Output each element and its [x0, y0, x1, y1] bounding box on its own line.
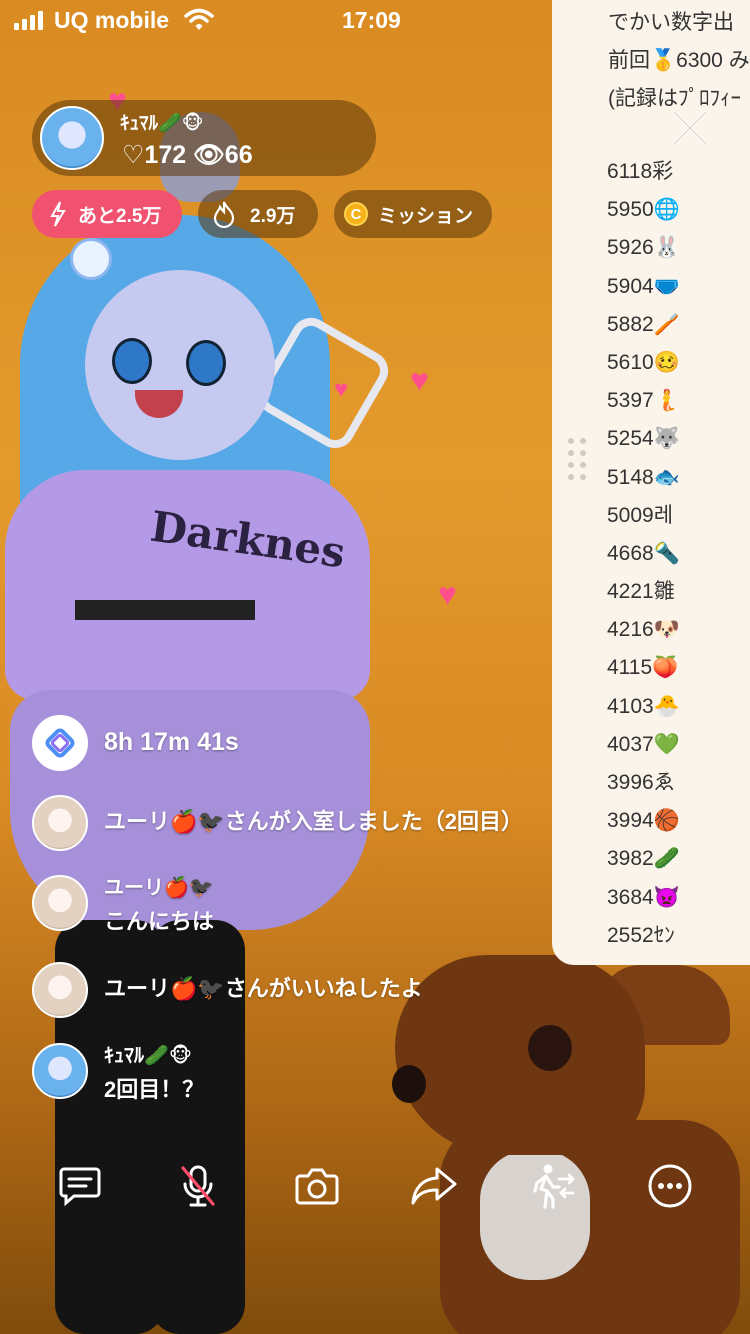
ranking-list: 6118彩 5950🌐 5926🐰 5904🩲 5882🪥 5610🥴 5397…	[607, 153, 680, 955]
chat-message: こんにちは	[104, 909, 215, 934]
ranking-header: でかい数字出 前回🥇6300 み (記録はﾌﾟﾛﾌｨｰ	[608, 4, 750, 118]
ranking-entry: 4216🐶	[607, 618, 680, 642]
chat-username: ｷｭﾏﾙ🥒🐵	[104, 1045, 193, 1067]
ranking-panel: でかい数字出 前回🥇6300 み (記録はﾌﾟﾛﾌｨｰ 6118彩 5950🌐 …	[552, 0, 750, 965]
share-button[interactable]	[398, 1150, 470, 1222]
swap-user-icon	[533, 1164, 575, 1209]
ranking-entry: 6118彩	[607, 160, 674, 183]
signal-icon	[14, 10, 43, 30]
share-icon	[411, 1167, 457, 1205]
mission-badge[interactable]: C ミッション	[334, 190, 492, 238]
comment-button[interactable]	[44, 1150, 116, 1222]
avatar[interactable]	[32, 795, 88, 851]
ranking-entry: 3684👿	[607, 885, 680, 909]
streamer-stats: ♡172 👁66	[122, 141, 253, 169]
comment-icon	[59, 1167, 101, 1207]
character-shirt	[5, 470, 370, 700]
character-eye-left	[112, 338, 152, 384]
drag-handle-icon[interactable]	[568, 438, 586, 480]
flame-icon	[213, 201, 235, 228]
heart-icon: ♥	[438, 576, 457, 612]
carrier-label: UQ mobile	[54, 7, 170, 33]
character-eye-right	[186, 340, 226, 386]
chat-item[interactable]: ｷｭﾏﾙ🥒🐵 2回目！？	[32, 1043, 204, 1107]
avatar[interactable]	[32, 1043, 88, 1099]
more-button[interactable]	[634, 1150, 706, 1222]
hair-flower	[70, 238, 112, 280]
character-belt	[75, 600, 255, 620]
chat-item[interactable]: ユーリ🍎🐦‍⬛ こんにちは	[32, 875, 214, 939]
ranking-entry: 3994🏀	[607, 809, 680, 833]
ranking-entry: 5397🧜	[607, 389, 680, 413]
chat-item-timer: 8h 17m 41s	[32, 715, 239, 771]
streamer-avatar[interactable]	[40, 106, 104, 170]
camera-icon	[295, 1168, 339, 1205]
camera-button[interactable]	[281, 1150, 353, 1222]
bottom-toolbar	[0, 1150, 750, 1222]
chat-username: ユーリ🍎🐦‍⬛	[104, 877, 214, 899]
more-icon	[648, 1164, 692, 1208]
mission-label: ミッション	[378, 205, 474, 227]
ranking-entry: 3996ゑ	[607, 771, 675, 794]
deer-eye	[528, 1025, 572, 1071]
ranking-entry: 5610🥴	[607, 350, 680, 374]
ranking-entry: 4103🐣	[607, 694, 680, 718]
goal-label: あと2.5万	[78, 205, 162, 227]
ranking-entry: 4668🔦	[607, 541, 680, 565]
chat-item[interactable]: ユーリ🍎🐦‍⬛さんが入室しました（2回目）	[32, 795, 523, 851]
coin-icon: C	[344, 202, 368, 226]
chat-message: ユーリ🍎🐦‍⬛さんがいいねしたよ	[104, 976, 423, 1001]
stream-duration: 8h 17m 41s	[104, 728, 239, 756]
close-icon[interactable]	[670, 108, 710, 148]
clock: 17:09	[342, 7, 401, 33]
swap-user-button[interactable]	[517, 1150, 589, 1222]
avatar[interactable]	[32, 962, 88, 1018]
heart-icon: ♥	[410, 362, 429, 398]
wifi-icon	[184, 8, 214, 30]
ranking-entry: 4221雛	[607, 580, 675, 604]
ranking-entry: 5254🐺	[607, 427, 680, 451]
chat-message: ユーリ🍎🐦‍⬛さんが入室しました（2回目）	[104, 809, 524, 834]
streamer-card[interactable]: ｷｭﾏﾙ🥒🐵 ♡172 👁66	[32, 100, 376, 176]
ranking-entry: 5950🌐	[607, 198, 680, 222]
mic-muted-icon	[181, 1165, 215, 1207]
ranking-entry: 5882🪥	[607, 312, 680, 336]
ranking-entry: 3982🥒	[607, 847, 680, 871]
avatar[interactable]	[32, 875, 88, 931]
ranking-entry: 5926🐰	[607, 236, 680, 260]
ranking-entry: 5009레	[607, 503, 674, 527]
deer-head	[395, 955, 645, 1155]
heart-icon: ♥	[334, 376, 349, 403]
ranking-header-line: 前回🥇6300 み	[608, 49, 750, 72]
goal-badge[interactable]: あと2.5万	[32, 190, 182, 238]
ranking-entry: 2552ｾﾝ	[607, 923, 675, 947]
points-badge[interactable]: 2.9万	[198, 190, 318, 238]
streamer-name: ｷｭﾏﾙ🥒🐵	[120, 113, 204, 134]
points-label: 2.9万	[250, 205, 296, 227]
ranking-entry: 5904🩲	[607, 274, 680, 298]
ranking-entry: 4037💚	[607, 732, 680, 756]
lightning-icon	[50, 201, 66, 227]
deer-nose	[392, 1065, 426, 1103]
timer-icon	[32, 715, 88, 771]
mic-toggle-button[interactable]	[162, 1150, 234, 1222]
chat-item[interactable]: ユーリ🍎🐦‍⬛さんがいいねしたよ	[32, 962, 423, 1018]
ranking-entry: 5148🐟	[607, 465, 680, 489]
chat-message: 2回目！？	[104, 1077, 205, 1102]
ranking-entry: 4115🍑	[607, 656, 679, 680]
ranking-header-line: でかい数字出	[608, 11, 734, 34]
